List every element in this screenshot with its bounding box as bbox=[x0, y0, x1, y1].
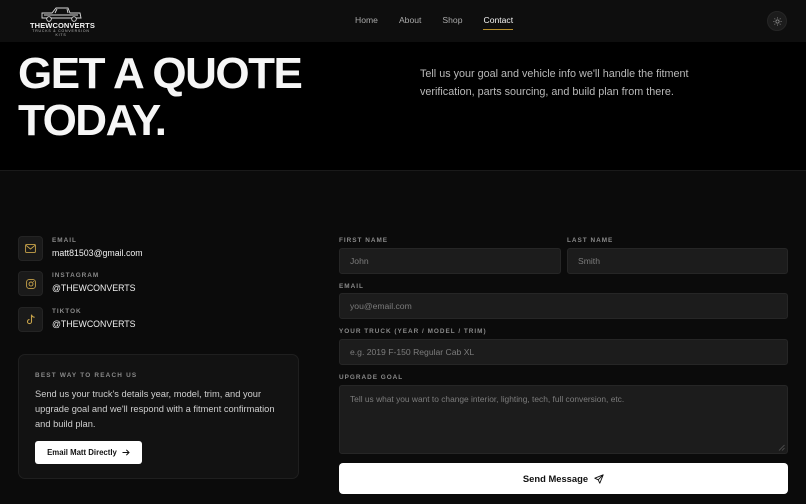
nav-contact[interactable]: Contact bbox=[483, 15, 513, 30]
brand-logo[interactable]: THEWCONVERTS TRUCKS & CONVERSION KITS bbox=[30, 5, 95, 37]
send-message-label: Send Message bbox=[522, 473, 589, 484]
first-name-input[interactable]: John bbox=[339, 248, 561, 274]
page-title: GET A QUOTE TODAY. bbox=[18, 50, 338, 144]
brand-tagline: TRUCKS & CONVERSION KITS bbox=[32, 29, 90, 37]
contact-email-label: EMAIL bbox=[52, 237, 77, 244]
last-name-input[interactable]: Smith bbox=[567, 248, 788, 274]
main-nav: Home About Shop Contact bbox=[355, 15, 534, 30]
hero-section: GET A QUOTE TODAY. Tell us your goal and… bbox=[0, 42, 806, 171]
contact-tiktok-label: TIKTOK bbox=[52, 308, 82, 315]
sun-icon bbox=[772, 16, 782, 26]
site-header: THEWCONVERTS TRUCKS & CONVERSION KITS Ho… bbox=[0, 0, 806, 42]
send-icon bbox=[594, 473, 604, 484]
last-name-label: LAST NAME bbox=[567, 237, 614, 244]
email-matt-button-label: Email Matt Directly bbox=[47, 448, 117, 457]
email-label: EMAIL bbox=[339, 283, 364, 290]
contact-tiktok-value[interactable]: @THEWCONVERTS bbox=[52, 319, 136, 329]
contact-instagram-value[interactable]: @THEWCONVERTS bbox=[52, 283, 136, 293]
mail-icon bbox=[18, 236, 43, 261]
first-name-label: FIRST NAME bbox=[339, 237, 389, 244]
contact-email-value[interactable]: matt81503@gmail.com bbox=[52, 248, 143, 258]
reach-text: Send us your truck's details year, model… bbox=[35, 389, 275, 429]
upgrade-goal-placeholder: Tell us what you want to change interior… bbox=[350, 394, 625, 404]
reach-title: BEST WAY TO REACH US bbox=[35, 372, 138, 379]
contact-section: EMAIL matt81503@gmail.com INSTAGRAM @THE… bbox=[0, 172, 806, 504]
contact-tiktok[interactable]: TIKTOK @THEWCONVERTS bbox=[18, 307, 136, 332]
arrow-right-icon bbox=[122, 449, 130, 456]
theme-toggle-button[interactable] bbox=[767, 11, 787, 31]
contact-email[interactable]: EMAIL matt81503@gmail.com bbox=[18, 236, 143, 261]
resize-grip-icon[interactable] bbox=[778, 444, 785, 451]
upgrade-goal-textarea[interactable]: Tell us what you want to change interior… bbox=[339, 385, 788, 454]
reach-card: BEST WAY TO REACH US Send us your truck'… bbox=[18, 354, 299, 479]
nav-home[interactable]: Home bbox=[355, 15, 378, 25]
nav-shop[interactable]: Shop bbox=[442, 15, 462, 25]
contact-instagram-label: INSTAGRAM bbox=[52, 272, 100, 279]
instagram-icon bbox=[18, 271, 43, 296]
title-line-1: GET A QUOTE bbox=[18, 49, 303, 98]
nav-about[interactable]: About bbox=[399, 15, 421, 25]
hero-description: Tell us your goal and vehicle info we'll… bbox=[420, 68, 689, 98]
truck-label: YOUR TRUCK (YEAR / MODEL / TRIM) bbox=[339, 328, 487, 335]
email-input[interactable]: you@email.com bbox=[339, 293, 788, 319]
send-message-button[interactable]: Send Message bbox=[339, 463, 788, 494]
truck-input[interactable]: e.g. 2019 F-150 Regular Cab XL bbox=[339, 339, 788, 365]
upgrade-goal-label: UPGRADE GOAL bbox=[339, 374, 404, 381]
tiktok-icon bbox=[18, 307, 43, 332]
email-matt-button[interactable]: Email Matt Directly bbox=[35, 441, 142, 464]
contact-instagram[interactable]: INSTAGRAM @THEWCONVERTS bbox=[18, 271, 136, 296]
title-line-2: TODAY. bbox=[18, 96, 167, 145]
